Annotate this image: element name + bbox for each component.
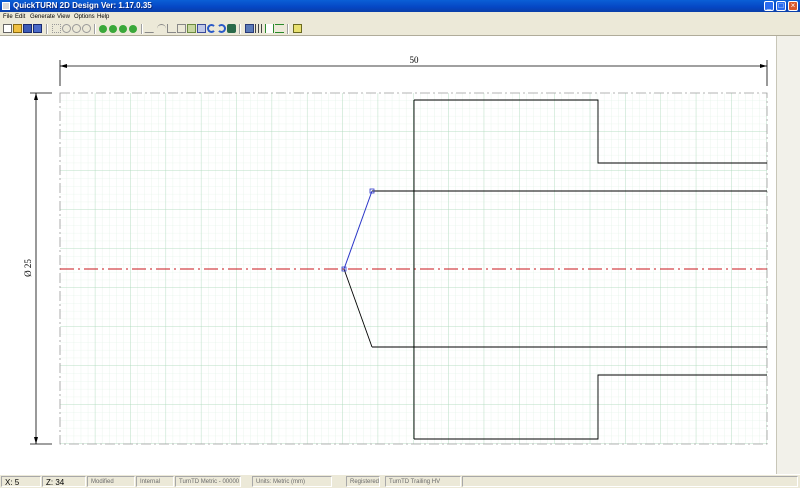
- x-coordinate-value: 5: [14, 478, 20, 487]
- diameter-dimension-value[interactable]: Ø 25: [23, 259, 33, 277]
- menu-view[interactable]: View: [57, 12, 70, 22]
- calculator-icon[interactable]: [293, 24, 302, 33]
- pan-up-icon[interactable]: [119, 25, 127, 33]
- grid-icon[interactable]: [245, 24, 254, 33]
- pan-right-icon[interactable]: [109, 25, 117, 33]
- dimension-vertical-icon[interactable]: [265, 24, 274, 33]
- close-button[interactable]: ×: [788, 1, 798, 11]
- drawing-canvas[interactable]: 50 Ø 25: [0, 36, 776, 474]
- toolbar-separator: [287, 24, 289, 34]
- menu-help[interactable]: Help: [97, 12, 109, 22]
- menu-generate[interactable]: Generate: [30, 12, 55, 22]
- drawing-svg[interactable]: 50 Ø 25: [0, 36, 776, 474]
- title-bar: QuickTURN 2D Design Ver: 1.17.0.35 _ □ ×: [0, 0, 800, 12]
- z-coordinate-panel: Z: 34: [42, 476, 86, 487]
- toolbar-separator: [94, 24, 96, 34]
- toolbar-separator: [46, 24, 48, 34]
- z-coordinate-label: Z:: [46, 478, 54, 487]
- maximize-button[interactable]: □: [776, 1, 786, 11]
- status-empty-panel: [462, 476, 798, 487]
- status-mode: Internal: [136, 476, 174, 487]
- chamfer-icon[interactable]: [167, 24, 176, 33]
- grid-major: [60, 93, 767, 444]
- status-machine: TurnTD Metric - 00000: [175, 476, 241, 487]
- dimension-horizontal-icon[interactable]: [275, 24, 284, 33]
- z-coordinate-value: 34: [55, 478, 65, 487]
- x-coordinate-label: X:: [5, 478, 13, 487]
- length-dimension-value[interactable]: 50: [410, 55, 420, 65]
- pan-left-icon[interactable]: [99, 25, 107, 33]
- hatch-icon[interactable]: [255, 24, 264, 33]
- length-dimension-arrow-left: [60, 64, 67, 68]
- menu-edit[interactable]: Edit: [15, 12, 25, 22]
- diameter-dimension-arrow-bottom: [34, 437, 38, 444]
- status-modified: Modified: [87, 476, 135, 487]
- select-icon[interactable]: [52, 24, 61, 33]
- redo-icon[interactable]: [217, 24, 226, 33]
- text-icon[interactable]: [197, 24, 206, 33]
- diameter-dimension-arrow-top: [34, 93, 38, 100]
- zoom-window-icon[interactable]: [62, 24, 71, 33]
- toolbar-separator: [141, 24, 143, 34]
- vertical-scrollbar[interactable]: [776, 36, 800, 474]
- window-title: QuickTURN 2D Design Ver: 1.17.0.35: [13, 1, 152, 10]
- status-bar: X: 5 Z: 34 Modified Internal TurnTD Metr…: [0, 474, 800, 488]
- menu-options[interactable]: Options: [74, 12, 95, 22]
- picture-icon[interactable]: [187, 24, 196, 33]
- status-registration: Registered: [346, 476, 380, 487]
- zoom-in-icon[interactable]: [72, 24, 81, 33]
- menu-file[interactable]: File: [3, 12, 13, 22]
- undo-icon[interactable]: [207, 24, 216, 33]
- tool-icon[interactable]: [227, 24, 236, 33]
- save-icon[interactable]: [23, 24, 32, 33]
- open-icon[interactable]: [13, 24, 22, 33]
- menu-bar: File Edit Generate View Options Help: [0, 12, 800, 22]
- app-icon[interactable]: [2, 2, 10, 10]
- new-icon[interactable]: [3, 24, 12, 33]
- toolbar: [0, 22, 800, 36]
- save-all-icon[interactable]: [33, 24, 42, 33]
- x-coordinate-panel: X: 5: [1, 476, 41, 487]
- pan-down-icon[interactable]: [129, 25, 137, 33]
- arc-icon[interactable]: [157, 24, 166, 33]
- rectangle-icon[interactable]: [177, 24, 186, 33]
- toolbar-separator: [239, 24, 241, 34]
- status-edition: TurnTD Trailing HV: [385, 476, 461, 487]
- minimize-button[interactable]: _: [764, 1, 774, 11]
- length-dimension-arrow-right: [760, 64, 767, 68]
- zoom-out-icon[interactable]: [82, 24, 91, 33]
- status-units: Units: Metric (mm): [252, 476, 332, 487]
